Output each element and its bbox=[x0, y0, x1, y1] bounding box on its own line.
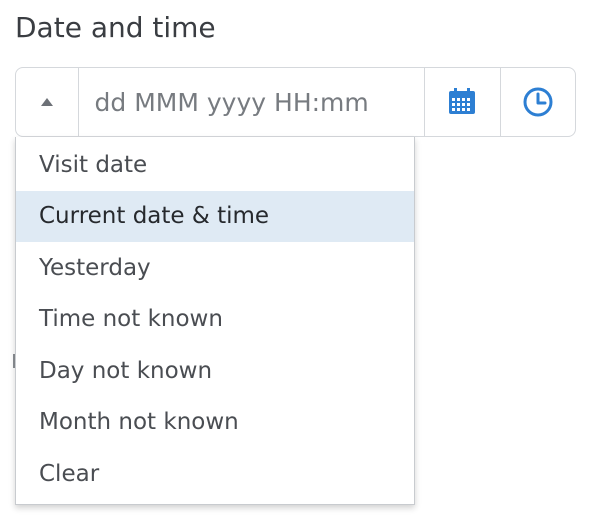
menu-item-time-not-known[interactable]: Time not known bbox=[16, 294, 414, 346]
quick-options-menu: Visit date Current date & time Yesterday… bbox=[15, 137, 415, 505]
datetime-input[interactable] bbox=[78, 68, 425, 136]
menu-item-clear[interactable]: Clear bbox=[16, 448, 414, 500]
time-button[interactable] bbox=[499, 68, 575, 136]
menu-item-month-not-known[interactable]: Month not known bbox=[16, 397, 414, 449]
clock-icon bbox=[523, 87, 553, 117]
datetime-page: Date and time dd MMM yyyy HH:mm Visit da… bbox=[0, 0, 594, 522]
field-label: Date and time bbox=[15, 11, 216, 44]
calendar-icon bbox=[449, 88, 476, 114]
menu-item-day-not-known[interactable]: Day not known bbox=[16, 345, 414, 397]
calendar-button[interactable] bbox=[424, 68, 499, 136]
datetime-control bbox=[15, 67, 576, 137]
caret-up-icon bbox=[40, 98, 53, 106]
quick-options-toggle[interactable] bbox=[16, 68, 79, 136]
menu-item-yesterday[interactable]: Yesterday bbox=[16, 242, 414, 294]
menu-item-current-date-time[interactable]: Current date & time bbox=[16, 190, 414, 242]
menu-item-visit-date[interactable]: Visit date bbox=[16, 139, 414, 191]
